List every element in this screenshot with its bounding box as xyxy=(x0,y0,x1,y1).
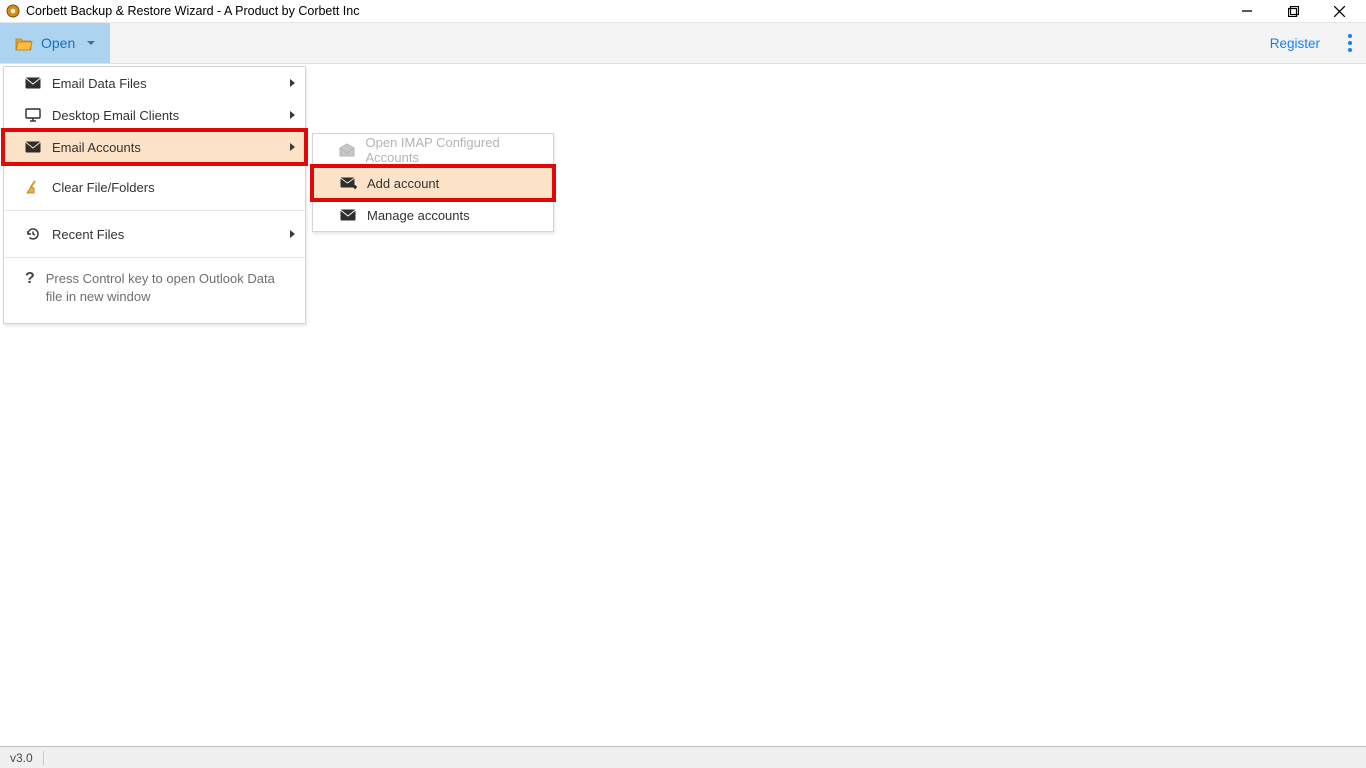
register-link[interactable]: Register xyxy=(1256,23,1334,63)
history-icon xyxy=(22,226,44,242)
app-logo-icon xyxy=(6,4,20,18)
broom-icon xyxy=(22,179,44,195)
chevron-right-icon xyxy=(290,79,295,87)
more-options-button[interactable] xyxy=(1334,23,1366,63)
close-button[interactable] xyxy=(1316,0,1362,22)
menu-item-label: Email Data Files xyxy=(52,76,290,91)
menu-item-desktop-email-clients[interactable]: Desktop Email Clients xyxy=(4,99,305,131)
envelope-icon xyxy=(337,209,359,221)
submenu-item-open-imap-configured[interactable]: Open IMAP Configured Accounts xyxy=(313,134,553,166)
envelope-plus-icon xyxy=(337,177,359,190)
open-label: Open xyxy=(41,35,75,51)
menu-item-recent-files[interactable]: Recent Files xyxy=(4,211,305,257)
submenu-item-label: Open IMAP Configured Accounts xyxy=(366,135,544,165)
hint-text: Press Control key to open Outlook Data f… xyxy=(46,270,287,305)
menu-item-label: Clear File/Folders xyxy=(52,180,295,195)
open-menu: Email Data Files Desktop Email Clients xyxy=(3,66,306,324)
menu-item-label: Desktop Email Clients xyxy=(52,108,290,123)
version-label: v3.0 xyxy=(10,751,33,765)
chevron-right-icon xyxy=(290,230,295,238)
submenu-item-add-account[interactable]: Add account xyxy=(313,167,553,199)
submenu-item-label: Add account xyxy=(367,176,543,191)
envelope-icon xyxy=(22,77,44,89)
envelope-open-icon xyxy=(337,143,358,157)
titlebar: Corbett Backup & Restore Wizard - A Prod… xyxy=(0,0,1366,22)
statusbar: v3.0 xyxy=(0,746,1366,768)
menu-item-label: Recent Files xyxy=(52,227,290,242)
menu-item-email-accounts[interactable]: Email Accounts xyxy=(4,131,305,163)
help-icon: ? xyxy=(22,270,38,288)
statusbar-separator xyxy=(43,751,44,765)
desktop-icon xyxy=(22,108,44,122)
toolbar: Open Register xyxy=(0,22,1366,64)
chevron-right-icon xyxy=(290,111,295,119)
minimize-button[interactable] xyxy=(1224,0,1270,22)
submenu-item-label: Manage accounts xyxy=(367,208,543,223)
window-title: Corbett Backup & Restore Wizard - A Prod… xyxy=(26,4,359,18)
menu-item-label: Email Accounts xyxy=(52,140,290,155)
menu-item-clear-file-folders[interactable]: Clear File/Folders xyxy=(4,164,305,210)
maximize-button[interactable] xyxy=(1270,0,1316,22)
content-area: Email Data Files Desktop Email Clients xyxy=(0,64,1366,746)
menu-hint: ? Press Control key to open Outlook Data… xyxy=(4,258,305,323)
submenu-item-manage-accounts[interactable]: Manage accounts xyxy=(313,199,553,231)
chevron-down-icon xyxy=(87,41,95,45)
open-dropdown-button[interactable]: Open xyxy=(0,23,110,63)
menu-item-email-data-files[interactable]: Email Data Files xyxy=(4,67,305,99)
envelope-icon xyxy=(22,141,44,153)
email-accounts-submenu: Open IMAP Configured Accounts Add accoun… xyxy=(312,133,554,232)
folder-open-icon xyxy=(15,36,33,51)
chevron-right-icon xyxy=(290,143,295,151)
